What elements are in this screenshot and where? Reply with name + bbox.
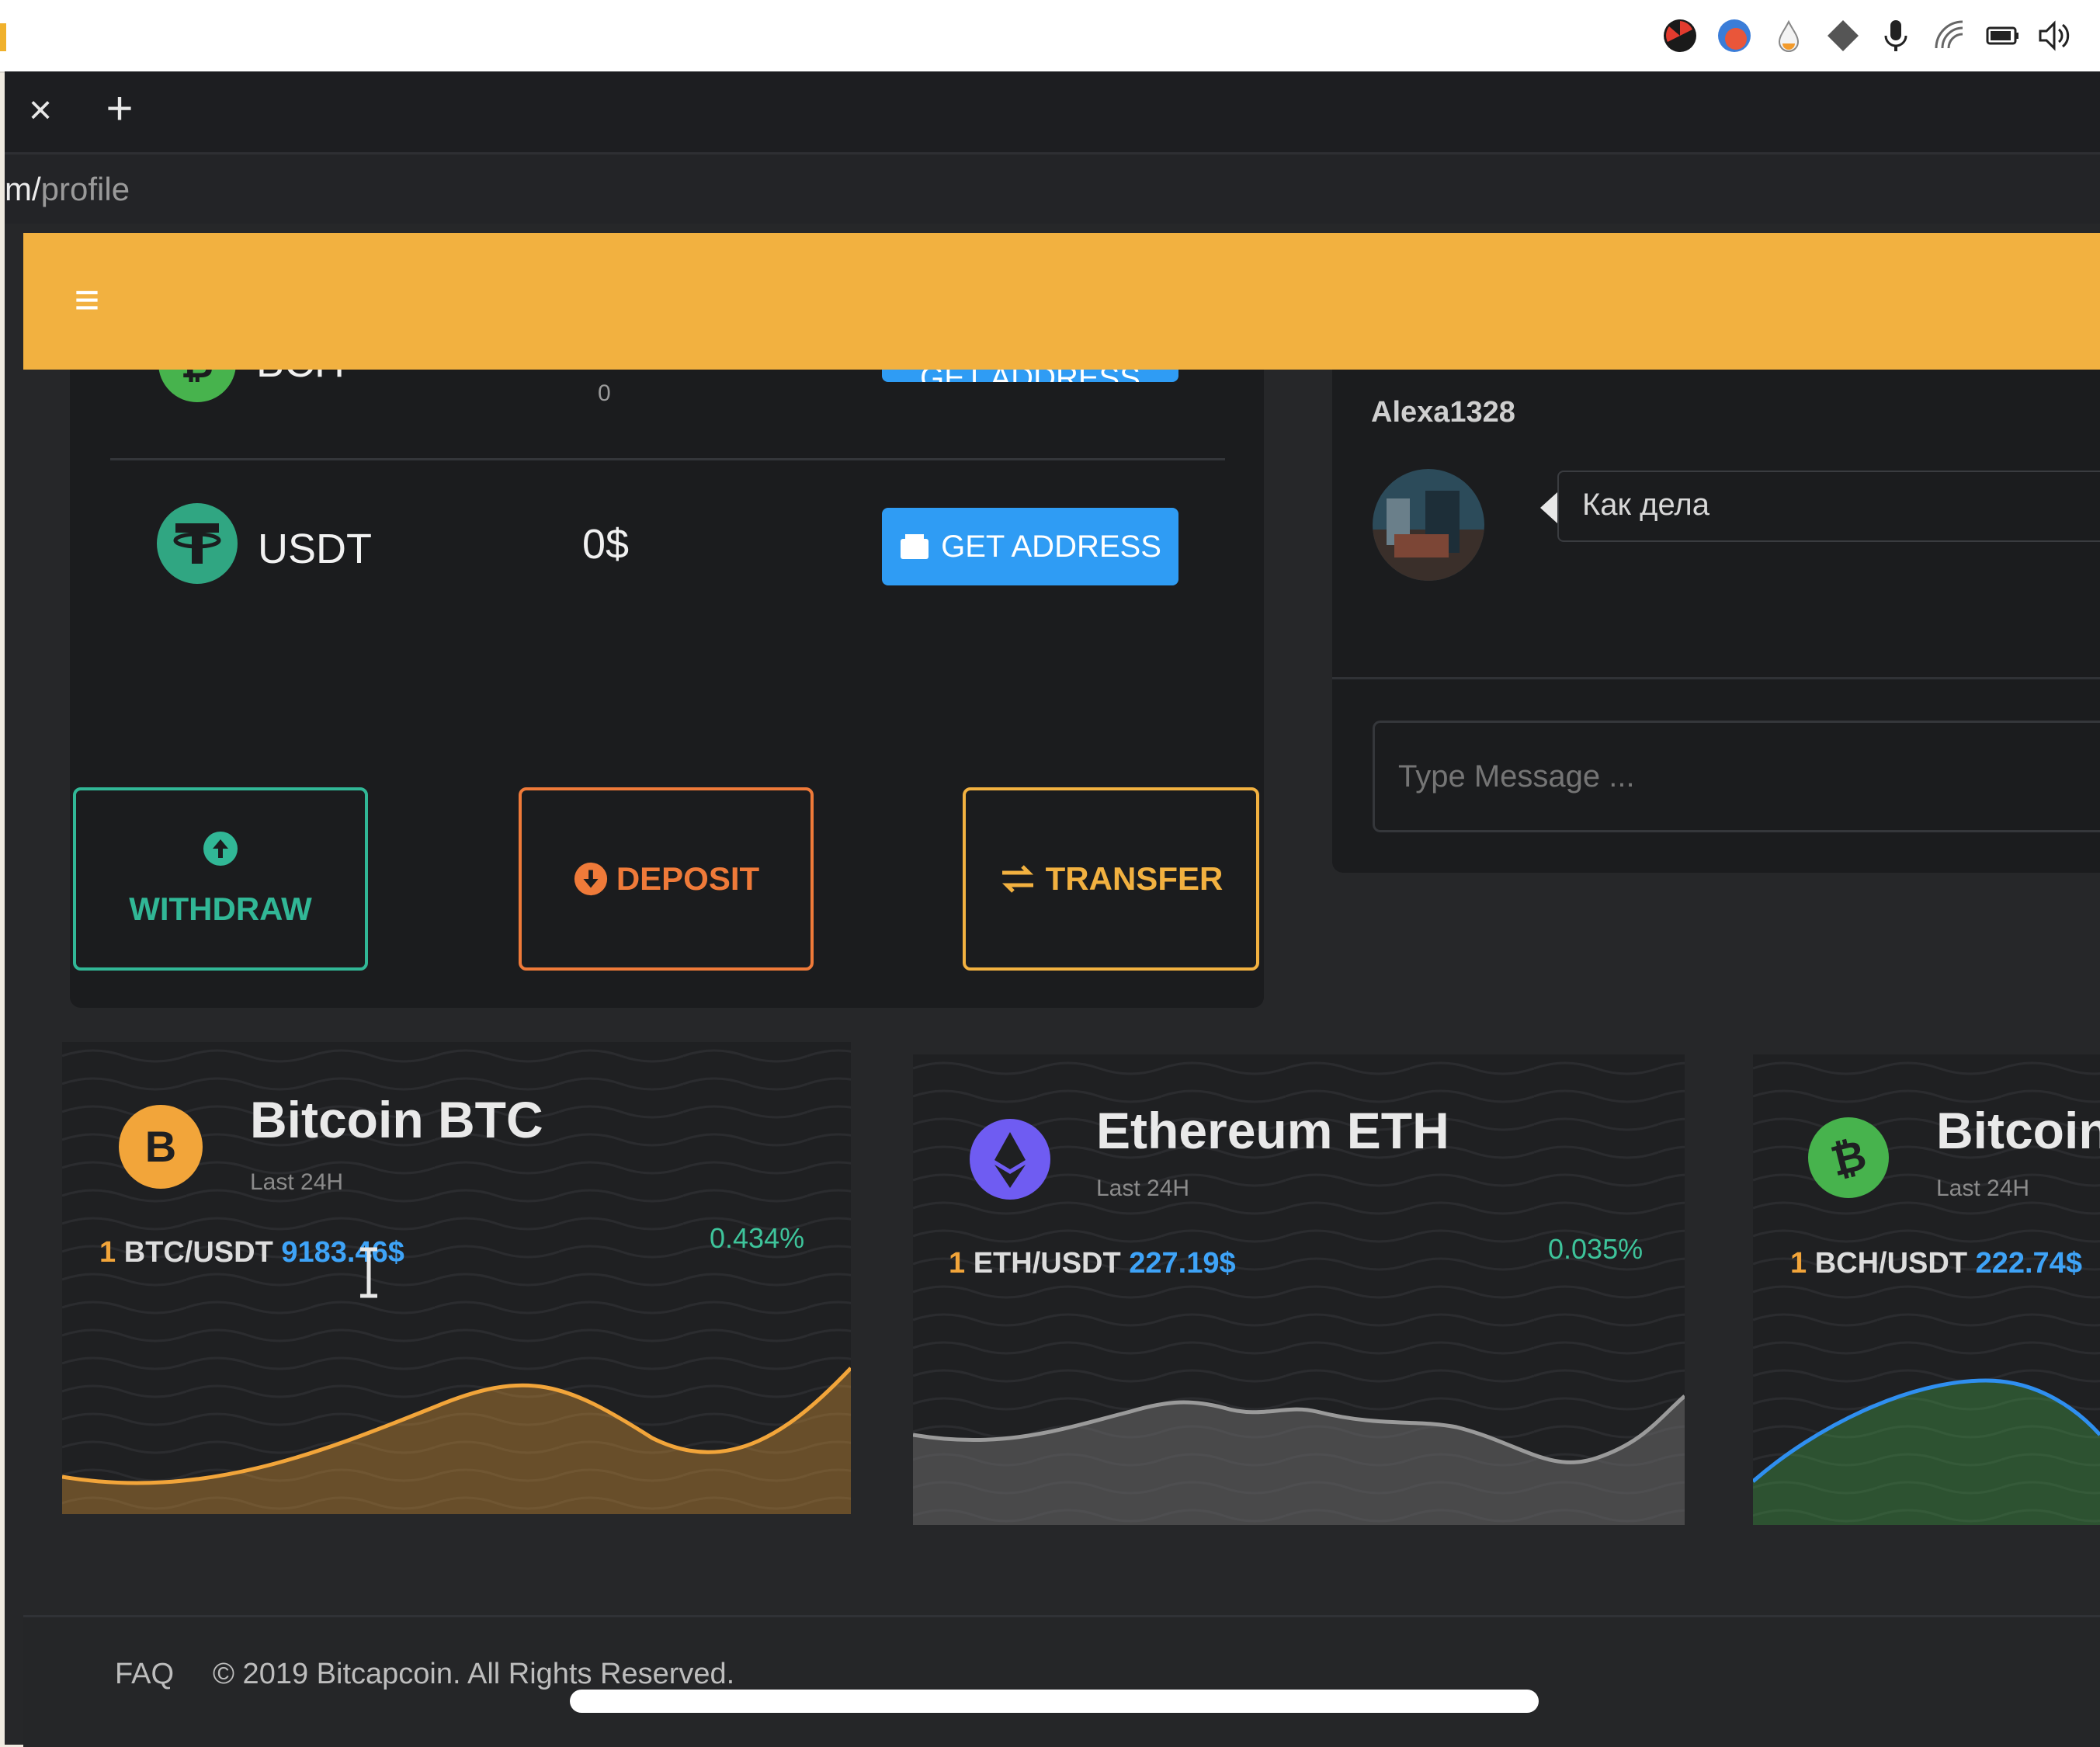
market-qty: 1 <box>99 1236 116 1269</box>
arrow-down-circle-icon <box>574 862 607 896</box>
browser-tab-bar: × + <box>5 71 2100 152</box>
volume-icon[interactable] <box>2036 17 2073 54</box>
market-title: Bitcoin <box>1936 1102 2100 1159</box>
battery-icon[interactable] <box>1984 17 2022 54</box>
wallet-panel: ₿ BCH 0 GET ADDRESS USDT 0$ GET ADDRESS … <box>70 325 1264 1008</box>
url-text: m/profile <box>5 170 130 209</box>
tab-close-button[interactable]: × <box>17 85 64 135</box>
chat-message-input[interactable] <box>1373 721 2100 832</box>
wallet-icon <box>901 534 929 559</box>
market-pair: BTC/USDT <box>123 1236 273 1269</box>
exchange-arrows-icon <box>1001 865 1033 893</box>
chat-username: Alexa1328 <box>1371 396 1515 429</box>
coin-amount: 0 <box>598 380 611 406</box>
chat-divider <box>1332 677 2100 679</box>
market-title: Ethereum ETH <box>1096 1102 1449 1159</box>
market-card-bch[interactable]: ₿ Bitcoin Last 24H 1 BCH/USDT 222.74$ <box>1753 1054 2100 1525</box>
pinwheel-icon[interactable] <box>1661 17 1699 54</box>
microphone-icon[interactable] <box>1877 17 1914 54</box>
market-pair: BCH/USDT <box>1814 1247 1968 1280</box>
footer: FAQ © 2019 Bitcapcoin. All Rights Reserv… <box>23 1615 2100 1747</box>
row-divider <box>110 458 1225 460</box>
transfer-label: TRANSFER <box>1045 860 1224 897</box>
app-indicator <box>0 23 6 51</box>
withdraw-button[interactable]: WITHDRAW <box>73 787 368 971</box>
coin-symbol: USDT <box>258 526 372 572</box>
transfer-button[interactable]: TRANSFER <box>963 787 1259 971</box>
chat-panel: Alexa1328 Как дела <box>1332 370 2100 873</box>
url-domain: m/ <box>5 171 41 207</box>
get-address-label: GET ADDRESS <box>941 529 1161 564</box>
svg-text:B: B <box>145 1122 176 1171</box>
market-change: 0.434% <box>710 1222 805 1254</box>
ethereum-icon <box>970 1119 1050 1200</box>
bitcoin-icon: B <box>119 1105 203 1189</box>
faq-link[interactable]: FAQ <box>115 1658 174 1691</box>
chat-message-bubble: Как дела <box>1557 471 2100 542</box>
system-menu-bar <box>0 0 2100 73</box>
address-bar[interactable]: m/profile <box>5 152 2100 226</box>
tether-icon <box>157 503 238 584</box>
deposit-label: DEPOSIT <box>616 860 760 897</box>
browser-ext-icon[interactable] <box>1716 17 1753 54</box>
market-price: 222.74$ <box>1975 1247 2082 1280</box>
chat-message-text: Как дела <box>1582 488 1710 522</box>
avatar <box>1373 469 1484 581</box>
market-qty: 1 <box>949 1247 966 1280</box>
market-change: 0.035% <box>1548 1233 1644 1265</box>
top-navbar: ≡ <box>23 233 2100 370</box>
bitcoin-cash-icon: ₿ <box>1808 1117 1889 1198</box>
drop-icon[interactable] <box>1770 17 1807 54</box>
diamond-icon[interactable] <box>1824 17 1862 54</box>
wifi-icon[interactable] <box>1932 17 1969 54</box>
withdraw-label: WITHDRAW <box>129 891 312 927</box>
url-path: profile <box>40 171 130 207</box>
arrow-up-circle-icon <box>203 832 238 866</box>
market-subtitle: Last 24H <box>1096 1176 1190 1201</box>
get-address-button[interactable]: GET ADDRESS <box>882 508 1178 585</box>
market-pair-line: 1 ETH/USDT 227.19$ <box>949 1247 1236 1280</box>
bubble-pointer <box>1540 492 1557 523</box>
new-tab-button[interactable]: + <box>96 82 143 135</box>
deposit-button[interactable]: DEPOSIT <box>519 787 814 971</box>
market-card-eth[interactable]: Ethereum ETH Last 24H 1 ETH/USDT 227.19$… <box>913 1054 1685 1525</box>
hamburger-menu-icon[interactable]: ≡ <box>64 275 110 325</box>
text-cursor-icon <box>360 1247 377 1298</box>
coin-amount: 0$ <box>582 521 630 568</box>
market-subtitle: Last 24H <box>1936 1176 2030 1201</box>
market-pair-line: 1 BCH/USDT 222.74$ <box>1790 1247 2082 1280</box>
market-title: Bitcoin BTC <box>250 1091 543 1148</box>
market-qty: 1 <box>1790 1247 1807 1280</box>
market-pair: ETH/USDT <box>973 1247 1121 1280</box>
market-card-btc[interactable]: B Bitcoin BTC Last 24H 1 BTC/USDT 9183.4… <box>62 1042 851 1514</box>
home-indicator[interactable] <box>570 1690 1539 1713</box>
market-price: 9183.46$ <box>281 1236 404 1269</box>
market-price: 227.19$ <box>1129 1247 1236 1280</box>
market-subtitle: Last 24H <box>250 1169 344 1195</box>
copyright-text: © 2019 Bitcapcoin. All Rights Reserved. <box>213 1658 735 1690</box>
